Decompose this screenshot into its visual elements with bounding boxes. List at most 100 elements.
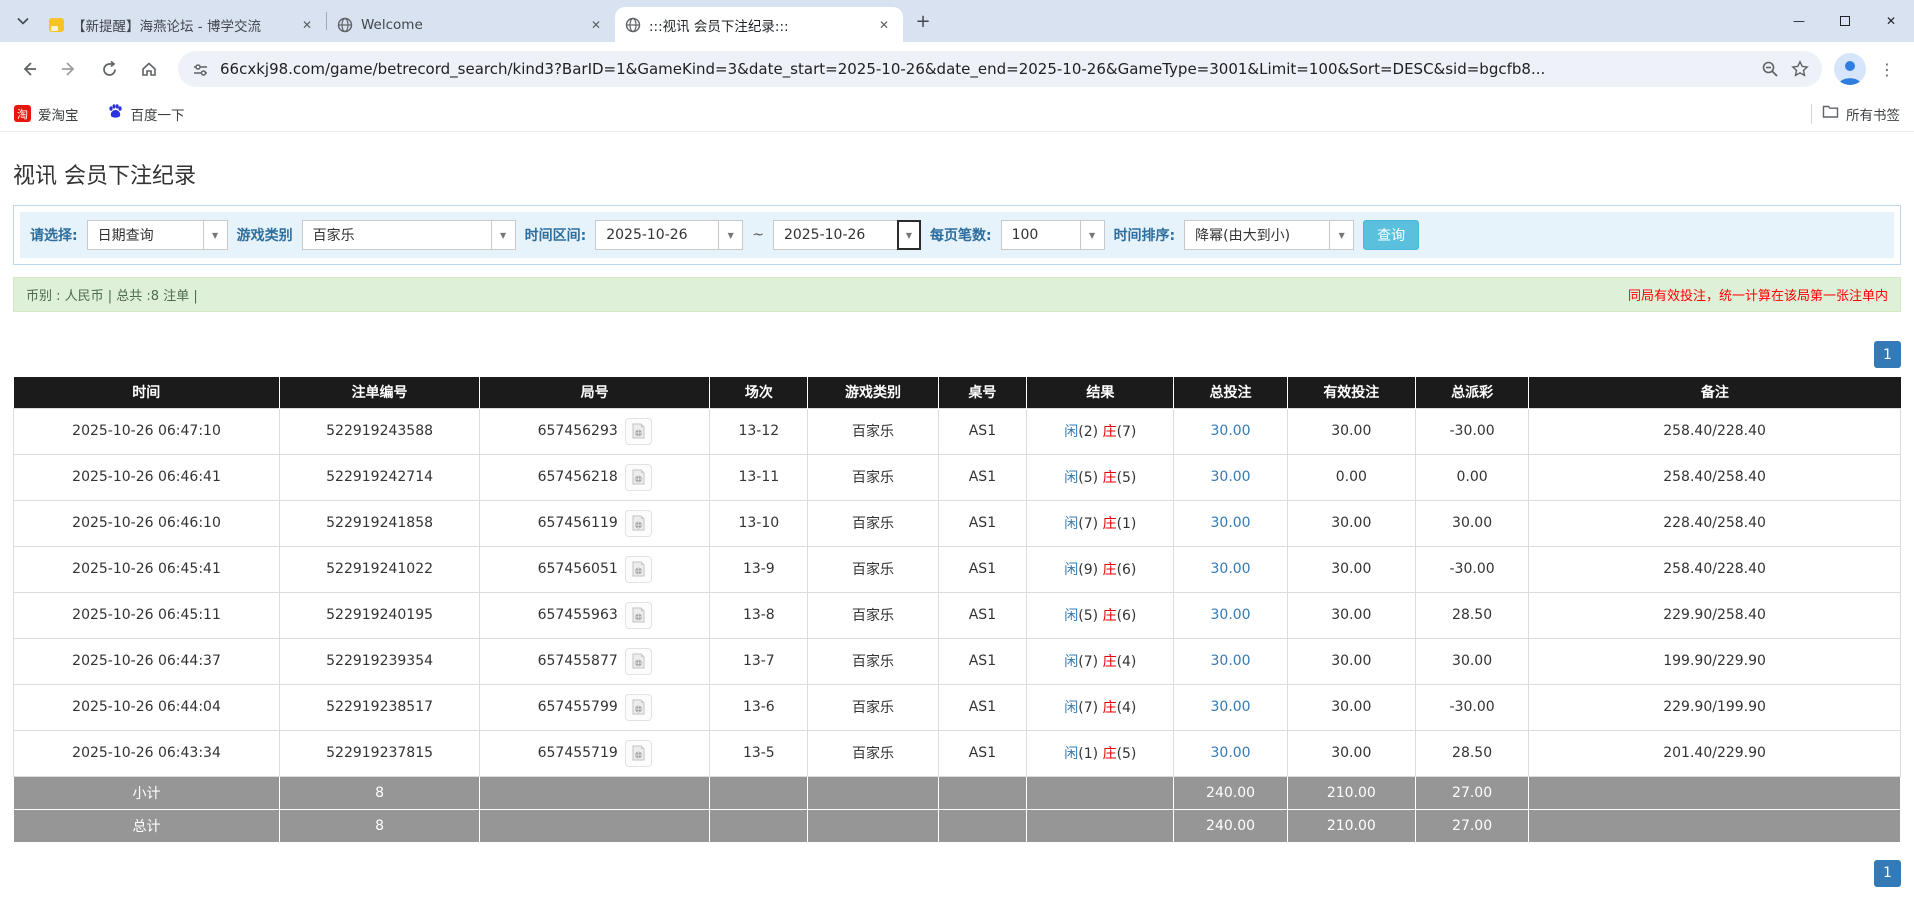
cell-total-bet-link[interactable]: 30.00 (1174, 546, 1287, 592)
query-type-value: 日期查询 (88, 221, 203, 249)
result-part: 庄 (1103, 470, 1117, 486)
page-size-select[interactable]: 100 ▼ (1001, 220, 1105, 250)
video-record-icon[interactable] (625, 418, 652, 445)
query-type-select[interactable]: 日期查询 ▼ (87, 220, 228, 250)
cell-total-bet-link[interactable]: 30.00 (1174, 454, 1287, 500)
total-bet-link[interactable]: 30.00 (1211, 699, 1251, 715)
video-record-icon[interactable] (625, 648, 652, 675)
tab-search-chevron-icon[interactable] (8, 4, 38, 38)
total-bet-link[interactable]: 30.00 (1211, 653, 1251, 669)
back-icon[interactable] (12, 52, 46, 86)
zoom-icon[interactable] (1760, 59, 1780, 79)
video-record-icon[interactable] (625, 694, 652, 721)
total-bet-link[interactable]: 30.00 (1211, 469, 1251, 485)
cell-round-id: 657455963 (480, 592, 710, 638)
result-part: (5) (1078, 608, 1102, 624)
cell-total-bet-link[interactable]: 30.00 (1174, 684, 1287, 730)
address-bar[interactable]: 66cxkj98.com/game/betrecord_search/kind3… (178, 51, 1822, 87)
result-part: 闲 (1064, 608, 1078, 624)
column-header: 时间 (14, 377, 280, 408)
profile-avatar[interactable] (1834, 53, 1866, 85)
round-id-text: 657455719 (538, 745, 618, 761)
video-record-icon[interactable] (625, 510, 652, 537)
tab-close-icon[interactable]: ✕ (587, 16, 605, 34)
result-part: 庄 (1103, 654, 1117, 670)
date-start-select[interactable]: 2025-10-26 ▼ (595, 220, 743, 250)
query-button[interactable]: 查询 (1363, 220, 1419, 250)
video-record-icon[interactable] (625, 556, 652, 583)
chevron-down-icon: ▼ (718, 221, 742, 249)
cell-total-bet-link[interactable]: 30.00 (1174, 408, 1287, 454)
date-end-value: 2025-10-26 (774, 221, 898, 249)
tab-title: :::视讯 会员下注纪录::: (649, 15, 867, 35)
date-end-select[interactable]: 2025-10-26 ▼ (773, 220, 921, 250)
footer-empty (808, 776, 938, 809)
cell-total-bet-link[interactable]: 30.00 (1174, 730, 1287, 776)
tab-close-icon[interactable]: ✕ (875, 16, 893, 34)
cell-bet-id: 522919237815 (280, 730, 480, 776)
bookmark-star-icon[interactable] (1790, 59, 1810, 79)
rule-notice-text: 同局有效投注，统一计算在该局第一张注单内 (1628, 285, 1888, 304)
pagination-page-1-top[interactable]: 1 (1874, 341, 1901, 368)
total-bet-link[interactable]: 30.00 (1211, 515, 1251, 531)
round-id-text: 657456293 (538, 423, 618, 439)
footer-empty (1529, 809, 1901, 842)
globe-favicon-icon (337, 17, 353, 33)
window-controls: — ✕ (1776, 0, 1914, 42)
video-record-icon[interactable] (625, 602, 652, 629)
site-info-icon[interactable] (190, 59, 210, 79)
bookmark-baidu[interactable]: 百度一下 (107, 103, 185, 124)
video-record-icon[interactable] (625, 740, 652, 767)
result-part: 庄 (1103, 424, 1117, 440)
cell-total-bet-link[interactable]: 30.00 (1174, 592, 1287, 638)
tab-close-icon[interactable]: ✕ (298, 16, 316, 34)
cell-valid-bet: 0.00 (1287, 454, 1415, 500)
cell-result: 闲(2) 庄(7) (1027, 408, 1174, 454)
window-minimize-button[interactable]: — (1776, 0, 1822, 42)
sort-select[interactable]: 降幂(由大到小) ▼ (1184, 220, 1354, 250)
cell-session: 13-6 (710, 684, 808, 730)
bet-records-table: 时间注单编号局号场次游戏类别桌号结果总投注有效投注总派彩备注 2025-10-2… (13, 377, 1901, 843)
reload-icon[interactable] (92, 52, 126, 86)
cell-game-type: 百家乐 (808, 684, 938, 730)
cell-session: 13-5 (710, 730, 808, 776)
home-icon[interactable] (132, 52, 166, 86)
cell-valid-bet: 30.00 (1287, 638, 1415, 684)
new-tab-button[interactable]: + (909, 7, 937, 35)
game-type-select[interactable]: 百家乐 ▼ (302, 220, 516, 250)
footer-empty (710, 776, 808, 809)
window-close-button[interactable]: ✕ (1868, 0, 1914, 42)
footer-empty (1027, 809, 1174, 842)
footer-count: 8 (280, 776, 480, 809)
total-bet-link[interactable]: 30.00 (1211, 745, 1251, 761)
tab-title: Welcome (361, 17, 579, 33)
total-bet-link[interactable]: 30.00 (1211, 561, 1251, 577)
browser-tab-active-betrecord[interactable]: :::视讯 会员下注纪录::: ✕ (615, 7, 903, 42)
footer-count: 8 (280, 809, 480, 842)
cell-round-id: 657456293 (480, 408, 710, 454)
forward-icon[interactable] (52, 52, 86, 86)
chevron-down-icon: ▼ (1080, 221, 1104, 249)
cell-game-type: 百家乐 (808, 408, 938, 454)
cell-total-bet-link[interactable]: 30.00 (1174, 500, 1287, 546)
result-part: 闲 (1064, 470, 1078, 486)
grandtotal-row: 总计8240.00210.0027.00 (14, 809, 1901, 842)
pagination-page-1-bottom[interactable]: 1 (1874, 860, 1901, 887)
total-bet-link[interactable]: 30.00 (1211, 607, 1251, 623)
url-text[interactable]: 66cxkj98.com/game/betrecord_search/kind3… (220, 60, 1750, 78)
cell-result: 闲(1) 庄(5) (1027, 730, 1174, 776)
video-record-icon[interactable] (625, 464, 652, 491)
cell-session: 13-10 (710, 500, 808, 546)
cell-valid-bet: 30.00 (1287, 684, 1415, 730)
cell-total-bet-link[interactable]: 30.00 (1174, 638, 1287, 684)
round-id-text: 657455877 (538, 653, 618, 669)
browser-tab-forum[interactable]: 【新提醒】海燕论坛 - 博学交流 ✕ (38, 7, 326, 42)
window-maximize-button[interactable] (1822, 0, 1868, 42)
total-bet-link[interactable]: 30.00 (1211, 423, 1251, 439)
result-part: 庄 (1103, 608, 1117, 624)
browser-tab-welcome[interactable]: Welcome ✕ (327, 7, 615, 42)
all-bookmarks-button[interactable]: 所有书签 (1822, 104, 1900, 124)
result-part: 庄 (1103, 562, 1117, 578)
chrome-menu-icon[interactable]: ⋮ (1872, 54, 1902, 84)
bookmark-taobao[interactable]: 淘 爱淘宝 (14, 104, 79, 124)
